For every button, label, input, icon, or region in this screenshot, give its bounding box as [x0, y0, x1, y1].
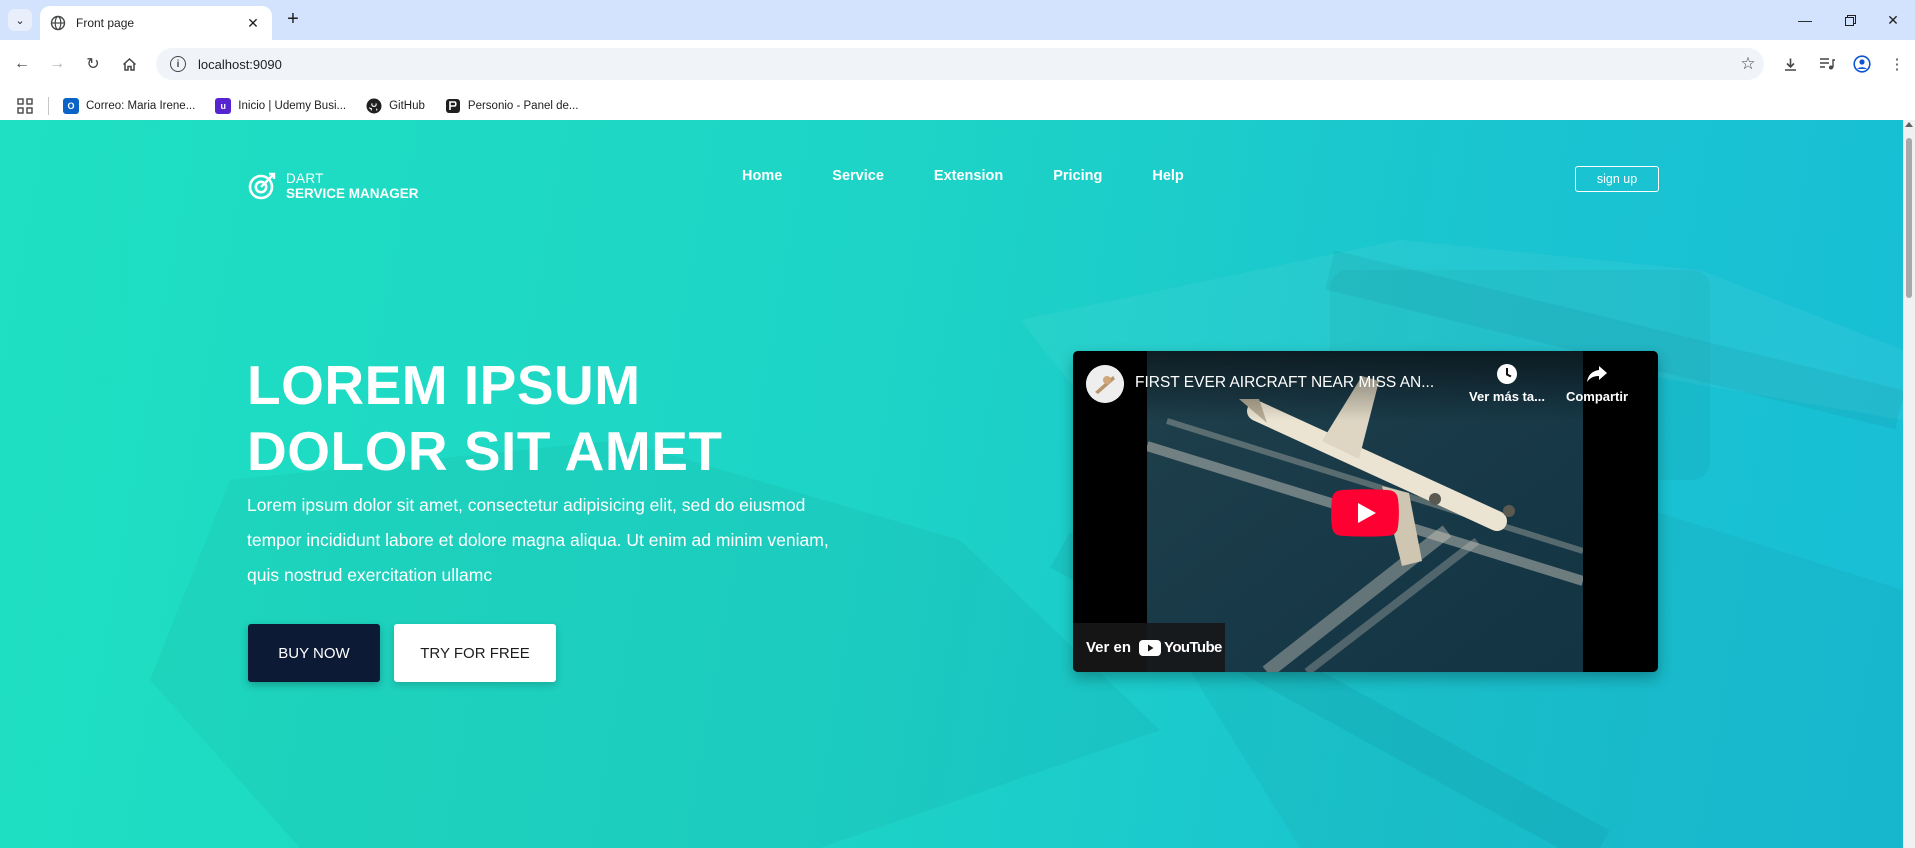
account-icon — [1853, 55, 1871, 73]
nav-pricing[interactable]: Pricing — [1053, 168, 1102, 184]
play-icon[interactable] — [1331, 489, 1399, 537]
watch-later-label: Ver más ta... — [1469, 389, 1545, 404]
hero-description: Lorem ipsum dolor sit amet, consectetur … — [247, 495, 829, 585]
restore-icon — [1844, 14, 1856, 26]
youtube-logo: YouTube — [1139, 639, 1222, 656]
playlist-icon — [1820, 58, 1835, 70]
globe-icon — [50, 15, 66, 31]
clock-icon — [1497, 364, 1517, 384]
bookmark-udemy[interactable]: u Inicio | Udemy Busi... — [215, 98, 346, 114]
buy-now-button[interactable]: BUY NOW — [248, 624, 380, 682]
address-url[interactable]: localhost:9090 — [198, 57, 1732, 72]
browser-toolbar: ← → ↻ i localhost:9090 ☆ ⋮ O Correo: Mar… — [0, 40, 1915, 126]
nav-service[interactable]: Service — [832, 168, 884, 184]
bookmark-label: Inicio | Udemy Busi... — [238, 100, 347, 112]
bookmark-label: GitHub — [389, 100, 425, 112]
watch-on-label: Ver en — [1086, 639, 1132, 656]
nav-home[interactable]: Home — [742, 168, 782, 184]
minimize-button[interactable]: — — [1785, 8, 1825, 32]
bookmark-github[interactable]: GitHub — [366, 98, 425, 114]
close-tab-icon[interactable]: ✕ — [244, 15, 262, 32]
bookmark-label: Correo: Maria Irene... — [86, 100, 196, 112]
video-title[interactable]: FIRST EVER AIRCRAFT NEAR MISS AN... — [1135, 374, 1475, 392]
youtube-video-embed[interactable]: FIRST EVER AIRCRAFT NEAR MISS AN... Ver … — [1073, 351, 1658, 672]
profile-button[interactable] — [1850, 52, 1874, 76]
download-icon — [1784, 58, 1796, 71]
try-for-free-button[interactable]: TRY FOR FREE — [394, 624, 556, 682]
nav-extension[interactable]: Extension — [934, 168, 1003, 184]
address-bar[interactable]: i localhost:9090 ☆ — [156, 48, 1764, 80]
bookmark-star-icon[interactable]: ☆ — [1732, 54, 1764, 74]
target-logo-icon — [248, 172, 276, 200]
forward-button[interactable]: → — [45, 52, 69, 76]
share-arrow-icon — [1587, 366, 1607, 382]
scrollbar-thumb[interactable] — [1906, 138, 1912, 298]
media-controls-button[interactable] — [1815, 52, 1839, 76]
personio-icon — [445, 99, 460, 113]
home-button[interactable] — [117, 52, 141, 76]
browser-tab-bar: ⌄ Front page ✕ + — ✕ — [0, 0, 1915, 40]
arrow-left-icon: ← — [14, 55, 30, 72]
hero-title-line-2: DOLOR SIT AMET — [247, 420, 723, 482]
page-viewport: DART SERVICE MANAGER Home Service Extens… — [0, 120, 1903, 848]
apps-grid-icon[interactable] — [16, 97, 34, 115]
outlook-icon: O — [63, 98, 79, 114]
hero-title-line-1: LOREM IPSUM — [247, 354, 641, 416]
udemy-icon: u — [215, 98, 232, 114]
share-button[interactable]: Compartir — [1557, 363, 1637, 404]
page-scrollbar[interactable] — [1903, 120, 1915, 848]
youtube-play-icon — [1139, 639, 1162, 656]
chevron-down-icon: ⌄ — [15, 14, 25, 27]
downloads-button[interactable] — [1778, 52, 1802, 76]
bookmark-personio[interactable]: Personio - Panel de... — [445, 98, 579, 114]
tab-search-button[interactable]: ⌄ — [8, 9, 32, 31]
share-label: Compartir — [1565, 389, 1629, 404]
bookmark-outlook[interactable]: O Correo: Maria Irene... — [63, 98, 195, 114]
browser-tab[interactable]: Front page ✕ — [40, 6, 272, 40]
home-icon — [122, 57, 136, 71]
browser-menu-button[interactable]: ⋮ — [1885, 52, 1909, 76]
channel-avatar-image — [1086, 365, 1124, 403]
site-logo[interactable]: DART SERVICE MANAGER — [248, 171, 419, 201]
tab-title: Front page — [76, 16, 135, 30]
channel-avatar[interactable] — [1086, 365, 1124, 403]
site-info-icon[interactable]: i — [170, 56, 186, 72]
back-button[interactable]: ← — [10, 52, 34, 76]
new-tab-button[interactable]: + — [282, 9, 304, 31]
reload-icon: ↻ — [86, 56, 100, 73]
site-nav: Home Service Extension Pricing Help — [742, 168, 1234, 184]
scroll-up-icon[interactable] — [1905, 122, 1913, 127]
nav-help[interactable]: Help — [1152, 168, 1183, 184]
github-icon — [366, 98, 382, 114]
bookmark-label: Personio - Panel de... — [467, 100, 579, 112]
watch-on-youtube-button[interactable]: Ver en YouTube — [1073, 623, 1225, 672]
more-vertical-icon: ⋮ — [1889, 56, 1905, 73]
hero-title: LOREM IPSUM DOLOR SIT AMET — [247, 352, 723, 484]
close-window-button[interactable]: ✕ — [1873, 8, 1913, 32]
reload-button[interactable]: ↻ — [81, 52, 105, 76]
bookmarks-bar: O Correo: Maria Irene... u Inicio | Udem… — [0, 88, 1915, 124]
arrow-right-icon: → — [49, 55, 65, 72]
youtube-wordmark: YouTube — [1164, 639, 1222, 656]
watch-later-button[interactable]: Ver más ta... — [1467, 363, 1547, 404]
logo-line-2: SERVICE MANAGER — [286, 186, 419, 201]
bookmarks-separator — [48, 97, 49, 115]
sign-up-button[interactable]: sign up — [1575, 166, 1659, 192]
logo-line-1: DART — [286, 171, 324, 186]
restore-button[interactable] — [1830, 8, 1870, 32]
